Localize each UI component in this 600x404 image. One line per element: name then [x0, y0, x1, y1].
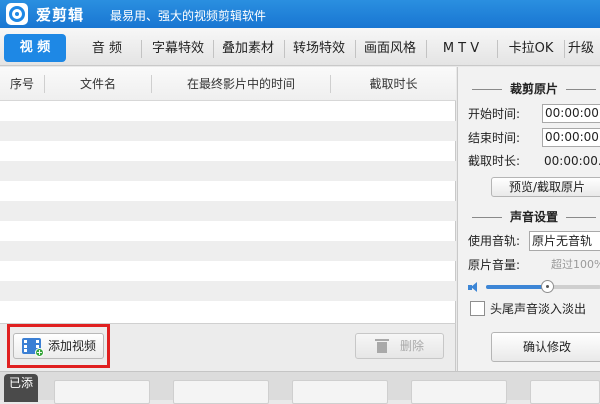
- tab-subtitle-effects[interactable]: 字幕特效: [145, 36, 211, 62]
- table-body: [0, 101, 456, 323]
- clip-duration-value: 00:00:00.000: [544, 154, 600, 168]
- app-slogan: 最易用、强大的视频剪辑软件: [110, 9, 267, 23]
- table-row: [0, 281, 456, 301]
- table-row: [0, 241, 456, 261]
- tab-mtv[interactable]: M T V: [428, 36, 494, 62]
- app-name: 爱剪辑: [36, 6, 85, 24]
- tab-picture-style[interactable]: 画面风格: [357, 36, 423, 62]
- column-header-clip-duration[interactable]: 截取时长: [331, 67, 456, 101]
- original-volume-label: 原片音量:: [468, 258, 521, 272]
- main-tab-bar: 视 频 音 频 字幕特效 叠加素材 转场特效 画面风格 M T V 卡拉OK 升…: [0, 28, 600, 66]
- tab-divider: [355, 40, 356, 58]
- delete-label: 删除: [400, 339, 425, 353]
- tab-divider: [426, 40, 427, 58]
- added-clips-strip: 已添: [0, 371, 600, 404]
- add-video-label: 添加视频: [48, 339, 97, 353]
- fade-in-out-checkbox[interactable]: [470, 301, 485, 316]
- volume-slider-fill: [486, 285, 549, 289]
- clip-thumbnail-slot[interactable]: [173, 380, 269, 404]
- tab-transition-effects[interactable]: 转场特效: [286, 36, 352, 62]
- tab-overlay-materials[interactable]: 叠加素材: [215, 36, 281, 62]
- table-row: [0, 101, 456, 121]
- table-toolbar: + 添加视频 删除: [0, 323, 456, 371]
- speaker-icon: [468, 281, 480, 293]
- table-row: [0, 181, 456, 201]
- trash-icon: [375, 339, 389, 353]
- table-header: 序号 文件名 在最终影片中的时间 截取时长: [0, 67, 456, 101]
- preview-clip-button[interactable]: 预览/截取原片: [491, 177, 600, 197]
- added-clips-tab[interactable]: 已添: [4, 374, 38, 402]
- settings-panel: 裁剪原片 开始时间: 00:00:00.000 结束时间: 00:00:00.0…: [457, 67, 600, 371]
- delete-button[interactable]: 删除: [355, 333, 444, 359]
- table-row: [0, 221, 456, 241]
- add-video-button[interactable]: + 添加视频: [13, 333, 104, 359]
- table-row: [0, 161, 456, 181]
- column-header-index[interactable]: 序号: [0, 67, 44, 101]
- clip-thumbnail-slot[interactable]: [530, 380, 600, 404]
- start-time-input[interactable]: 00:00:00.000: [542, 104, 600, 123]
- table-row: [0, 141, 456, 161]
- table-row: [0, 121, 456, 141]
- tab-divider: [141, 40, 142, 58]
- column-header-filename[interactable]: 文件名: [45, 67, 151, 101]
- clip-thumbnail-slot[interactable]: [54, 380, 150, 404]
- video-list-table: 序号 文件名 在最终影片中的时间 截取时长: [0, 67, 456, 323]
- confirm-changes-button[interactable]: 确认修改: [491, 332, 600, 362]
- audio-track-select[interactable]: 原片无音轨: [529, 231, 600, 251]
- tab-divider: [564, 40, 565, 58]
- tab-upgrade[interactable]: 升级: [568, 36, 600, 62]
- tab-karaoke[interactable]: 卡拉OK: [499, 36, 563, 62]
- volume-slider[interactable]: [486, 280, 600, 293]
- column-header-timeline-time[interactable]: 在最终影片中的时间: [152, 67, 330, 101]
- table-row: [0, 261, 456, 281]
- tab-audio[interactable]: 音 频: [76, 36, 138, 62]
- tab-video[interactable]: 视 频: [4, 34, 66, 62]
- clip-section-title: 裁剪原片: [464, 79, 600, 99]
- title-bar: 爱剪辑 最易用、强大的视频剪辑软件: [0, 0, 600, 28]
- start-time-label: 开始时间:: [468, 107, 521, 121]
- table-row: [0, 301, 456, 321]
- tab-divider: [497, 40, 498, 58]
- tab-divider: [213, 40, 214, 58]
- volume-hint: 超过100%: [551, 258, 600, 271]
- film-reel-icon: [6, 3, 28, 25]
- clip-thumbnail-slot[interactable]: [411, 380, 507, 404]
- clip-thumbnail-slot[interactable]: [292, 380, 388, 404]
- table-row: [0, 201, 456, 221]
- clip-duration-label: 截取时长:: [468, 154, 521, 168]
- audio-section-title: 声音设置: [464, 207, 600, 227]
- volume-slider-handle[interactable]: [541, 280, 555, 293]
- fade-in-out-label[interactable]: 头尾声音淡入淡出: [490, 300, 586, 318]
- end-time-label: 结束时间:: [468, 131, 521, 145]
- film-add-icon: +: [22, 338, 44, 357]
- end-time-input[interactable]: 00:00:00.000: [542, 128, 600, 147]
- audio-track-label: 使用音轨:: [468, 234, 521, 248]
- tab-divider: [284, 40, 285, 58]
